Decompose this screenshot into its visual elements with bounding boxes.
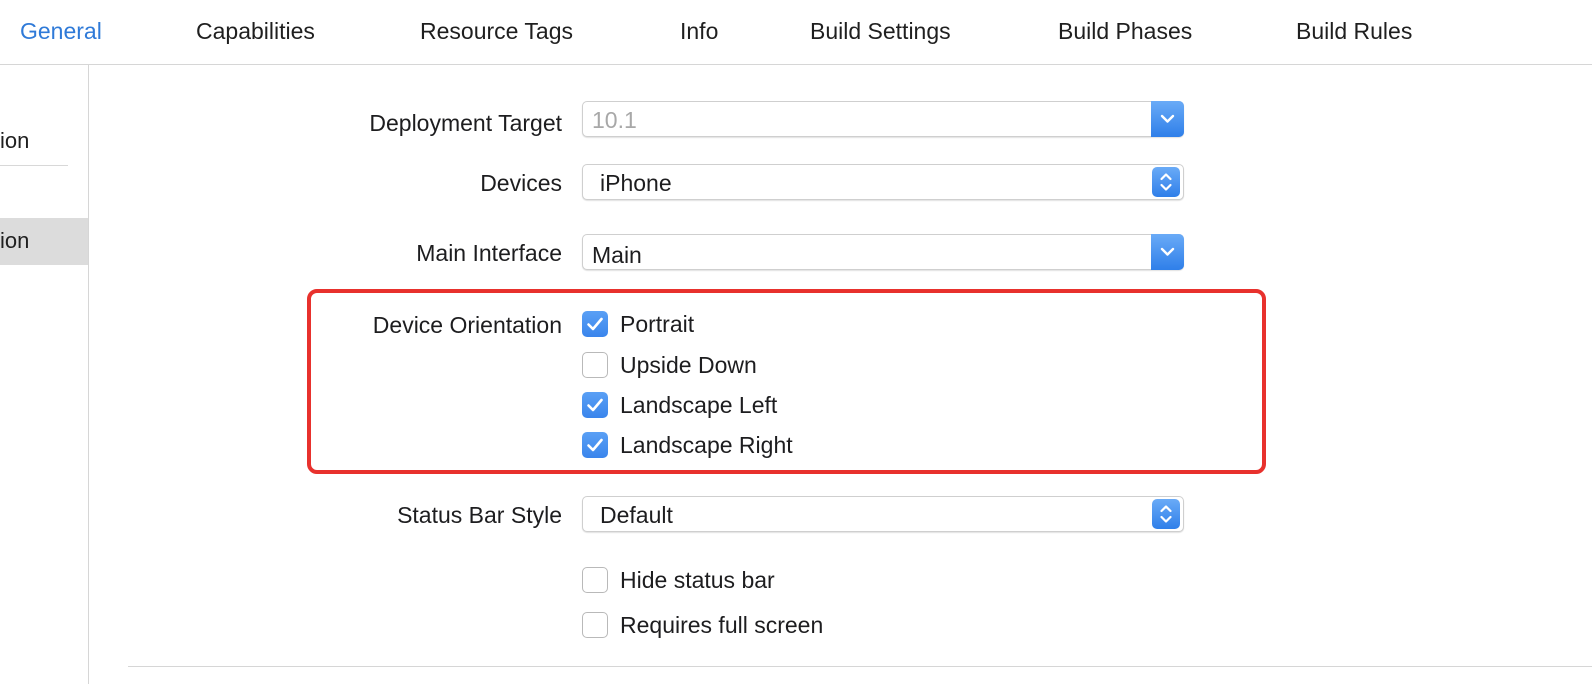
landscape-right-checkbox[interactable] [582,432,608,458]
tab-general[interactable]: General [20,16,102,46]
sidebar-item-label: ion [0,128,30,153]
sidebar-item-2-selected[interactable]: ion [0,218,88,265]
deployment-target-value: 10.1 [592,107,637,133]
sidebar-divider [0,165,68,166]
deployment-target-label: Deployment Target [369,110,562,136]
tab-resource-tags[interactable]: Resource Tags [420,16,573,46]
tab-build-rules[interactable]: Build Rules [1296,16,1412,46]
requires-full-screen-checkbox[interactable] [582,612,608,638]
devices-label: Devices [480,170,562,196]
tab-capabilities[interactable]: Capabilities [196,16,315,46]
up-down-chevron-icon [1152,499,1180,529]
landscape-left-label: Landscape Left [620,392,778,418]
devices-popup[interactable]: iPhone [582,164,1184,200]
up-down-chevron-icon [1152,167,1180,197]
hide-status-bar-checkbox[interactable] [582,567,608,593]
upside-down-checkbox[interactable] [582,352,608,378]
tab-build-phases[interactable]: Build Phases [1058,16,1192,46]
hide-status-bar-label: Hide status bar [620,567,775,593]
chevron-down-icon [1151,101,1184,137]
tab-build-settings[interactable]: Build Settings [810,16,951,46]
main-interface-value: Main [592,242,642,268]
editor-tab-bar: General Capabilities Resource Tags Info … [0,0,1592,65]
requires-full-screen-label: Requires full screen [620,612,824,638]
portrait-checkbox[interactable] [582,311,608,337]
portrait-label: Portrait [620,311,695,337]
chevron-down-icon[interactable] [1151,234,1184,270]
landscape-right-label: Landscape Right [620,432,793,458]
device-orientation-label: Device Orientation [372,312,562,338]
status-bar-style-label: Status Bar Style [397,502,562,528]
upside-down-label: Upside Down [620,352,757,378]
deployment-target-popup[interactable]: 10.1 [582,101,1184,137]
sidebar-item-1[interactable]: ion [0,125,88,165]
main-interface-label: Main Interface [416,240,562,266]
sidebar: ion ion [0,65,89,684]
tab-info[interactable]: Info [680,16,718,46]
section-divider [128,666,1592,667]
sidebar-item-label: ion [0,228,30,253]
status-bar-style-popup[interactable]: Default [582,496,1184,532]
devices-value: iPhone [600,170,672,196]
landscape-left-checkbox[interactable] [582,392,608,418]
main-interface-combo[interactable]: Main [582,234,1184,270]
status-bar-style-value: Default [600,502,673,528]
